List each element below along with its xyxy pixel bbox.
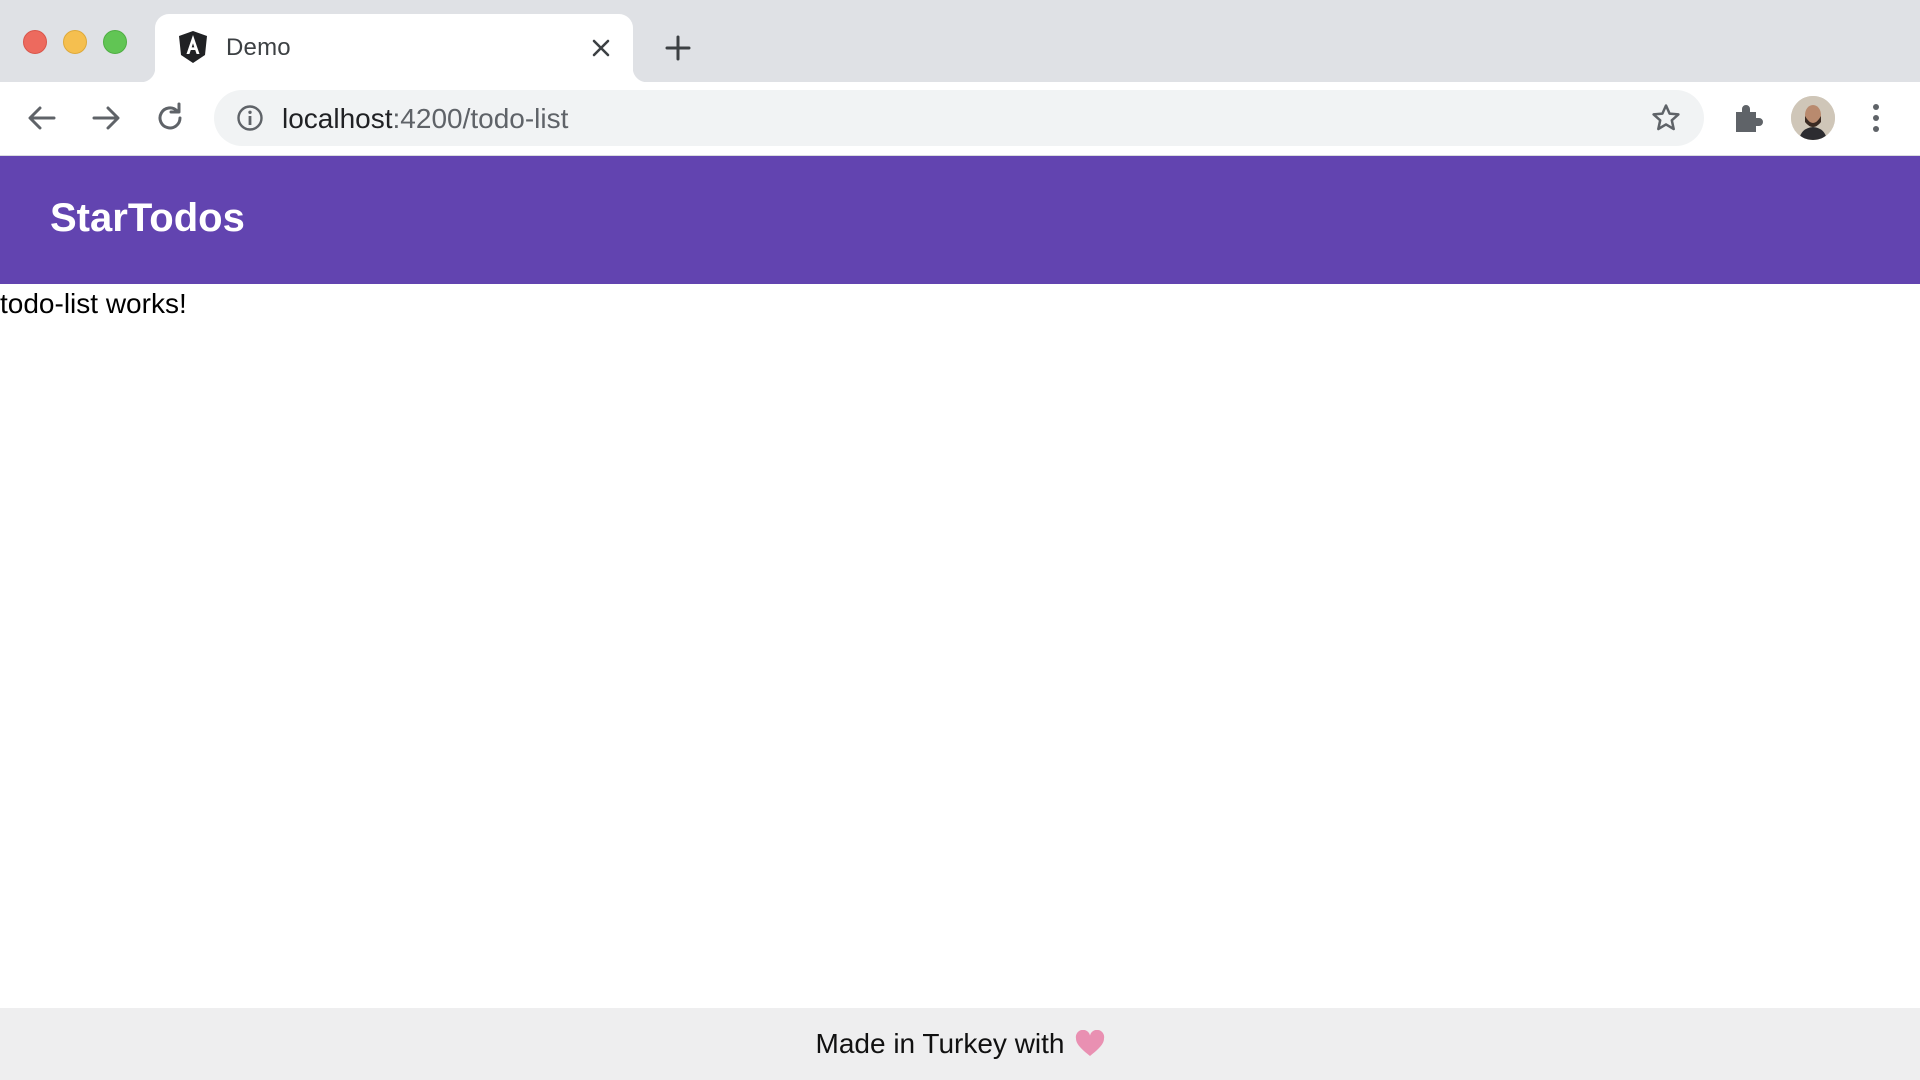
brand-title[interactable]: StarTodos <box>50 196 245 241</box>
route-content-text: todo-list works! <box>0 288 187 319</box>
browser-tab[interactable]: Demo <box>141 14 647 82</box>
browser-window: Demo localhost:4200/todo-list StarTodos … <box>0 0 1920 1080</box>
profile-photo <box>1791 96 1835 140</box>
back-arrow-icon[interactable] <box>25 101 59 135</box>
tab-strip: Demo <box>0 0 1920 82</box>
tab-title: Demo <box>226 34 291 61</box>
web-page: StarTodos todo-list works! Made in Turke… <box>0 156 1920 1080</box>
forward-arrow-icon[interactable] <box>89 101 123 135</box>
window-maximize-button[interactable] <box>103 30 127 54</box>
window-minimize-button[interactable] <box>63 30 87 54</box>
url-host: localhost <box>282 103 393 134</box>
star-icon[interactable] <box>1650 102 1682 134</box>
heart-icon <box>1075 1030 1104 1056</box>
url-path: :4200/todo-list <box>392 103 569 134</box>
url-text[interactable]: localhost:4200/todo-list <box>282 104 568 134</box>
browser-toolbar: localhost:4200/todo-list <box>0 82 1920 156</box>
kebab-menu-icon[interactable] <box>1862 100 1890 136</box>
close-icon[interactable] <box>589 36 613 60</box>
window-close-button[interactable] <box>23 30 47 54</box>
angular-logo-icon <box>179 31 207 63</box>
plus-icon[interactable] <box>664 34 692 62</box>
app-footer: Made in Turkey with <box>0 1008 1920 1080</box>
reload-icon[interactable] <box>153 101 187 135</box>
avatar[interactable] <box>1791 96 1835 140</box>
info-icon[interactable] <box>236 104 264 132</box>
footer-text: Made in Turkey with <box>815 1028 1065 1059</box>
puzzle-icon[interactable] <box>1730 100 1766 136</box>
app-header: StarTodos <box>0 156 1920 284</box>
address-bar[interactable]: localhost:4200/todo-list <box>214 90 1704 146</box>
